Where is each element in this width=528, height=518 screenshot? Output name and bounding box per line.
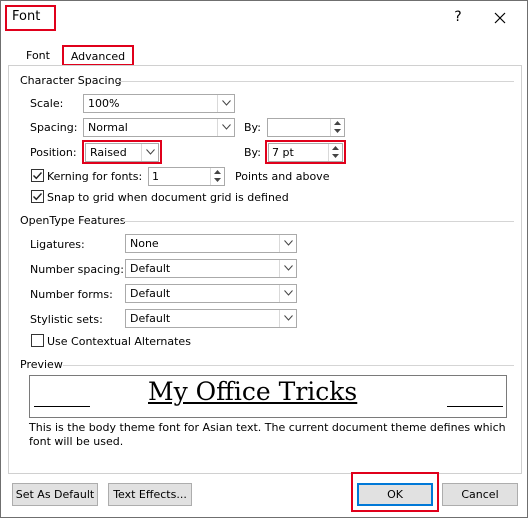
position-by-spinner <box>328 144 342 161</box>
text-effects-button[interactable]: Text Effects... <box>108 483 192 506</box>
checkmark-icon <box>33 193 43 201</box>
spacing-combo[interactable]: Normal <box>83 118 235 137</box>
kerning-value: 1 <box>152 170 159 183</box>
number-forms-combo[interactable]: Default <box>125 284 297 303</box>
snap-to-grid-checkbox[interactable] <box>31 190 44 203</box>
chevron-down-icon <box>283 315 293 321</box>
preview-header: Preview <box>20 358 63 371</box>
number-forms-dropdown-arrow[interactable] <box>279 285 296 302</box>
stylistic-sets-dropdown-arrow[interactable] <box>279 310 296 327</box>
chevron-down-icon <box>283 240 293 246</box>
scale-value: 100% <box>88 97 120 110</box>
spacing-by-up[interactable] <box>331 119 344 127</box>
ligatures-label: Ligatures: <box>30 238 85 251</box>
number-forms-value: Default <box>130 287 171 300</box>
number-forms-label: Number forms: <box>30 288 113 301</box>
kerning-down[interactable] <box>211 176 224 184</box>
dialog-title: Font <box>12 9 41 24</box>
spacing-by-label: By: <box>244 121 261 134</box>
close-icon <box>494 12 506 24</box>
position-dropdown-arrow[interactable] <box>141 144 158 161</box>
ok-button[interactable]: OK <box>357 483 433 506</box>
preview-right-line <box>447 406 503 407</box>
number-spacing-label: Number spacing: <box>30 263 124 276</box>
contextual-alternates-label: Use Contextual Alternates <box>47 335 191 348</box>
character-spacing-divider <box>118 81 514 82</box>
up-arrow-icon <box>334 121 341 125</box>
down-arrow-icon <box>332 154 339 158</box>
preview-sample-text: My Office Tricks <box>148 377 358 406</box>
position-by-input[interactable]: 7 pt <box>268 143 343 162</box>
font-dialog: Font ? Font Advanced Character Spacing S… <box>0 0 528 518</box>
position-by-label: By: <box>244 146 261 159</box>
preview-description: This is the body theme font for Asian te… <box>29 421 506 448</box>
help-button[interactable]: ? <box>448 7 468 27</box>
position-by-up[interactable] <box>329 144 342 152</box>
position-by-value: 7 pt <box>272 146 294 159</box>
cancel-button[interactable]: Cancel <box>442 483 518 506</box>
preview-box: My Office Tricks <box>29 375 507 418</box>
up-arrow-icon <box>332 146 339 150</box>
stylistic-sets-combo[interactable]: Default <box>125 309 297 328</box>
number-spacing-dropdown-arrow[interactable] <box>279 260 296 277</box>
number-spacing-combo[interactable]: Default <box>125 259 297 278</box>
position-by-down[interactable] <box>329 152 342 160</box>
tab-font[interactable]: Font <box>15 45 61 66</box>
stylistic-sets-value: Default <box>130 312 171 325</box>
kerning-checkbox[interactable] <box>31 169 44 182</box>
spacing-label: Spacing: <box>30 121 78 134</box>
chevron-down-icon <box>221 124 231 130</box>
spacing-by-spinner <box>330 119 344 136</box>
ligatures-combo[interactable]: None <box>125 234 297 253</box>
kerning-input[interactable]: 1 <box>148 167 225 186</box>
opentype-header: OpenType Features <box>20 214 126 227</box>
tab-advanced[interactable]: Advanced <box>62 45 134 66</box>
kerning-suffix: Points and above <box>235 170 330 183</box>
scale-label: Scale: <box>30 97 64 110</box>
chevron-down-icon <box>221 100 231 106</box>
down-arrow-icon <box>334 129 341 133</box>
position-combo[interactable]: Raised <box>85 143 159 162</box>
scale-combo[interactable]: 100% <box>83 94 235 113</box>
character-spacing-header: Character Spacing <box>20 74 122 87</box>
spacing-by-input[interactable] <box>267 118 345 137</box>
ligatures-value: None <box>130 237 159 250</box>
contextual-alternates-checkbox[interactable] <box>31 334 44 347</box>
opentype-divider <box>123 221 514 222</box>
kerning-label: Kerning for fonts: <box>47 170 143 183</box>
kerning-spinner <box>210 168 224 185</box>
stylistic-sets-label: Stylistic sets: <box>30 313 103 326</box>
snap-to-grid-label: Snap to grid when document grid is defin… <box>47 191 289 204</box>
preview-divider <box>63 365 514 366</box>
set-as-default-button[interactable]: Set As Default <box>12 483 98 506</box>
checkmark-icon <box>33 172 43 180</box>
chevron-down-icon <box>283 290 293 296</box>
chevron-down-icon <box>283 265 293 271</box>
close-button[interactable] <box>489 7 511 29</box>
ligatures-dropdown-arrow[interactable] <box>279 235 296 252</box>
up-arrow-icon <box>214 170 221 174</box>
kerning-up[interactable] <box>211 168 224 176</box>
spacing-dropdown-arrow[interactable] <box>217 119 234 136</box>
tab-font-label: Font <box>26 49 50 62</box>
spacing-value: Normal <box>88 121 128 134</box>
chevron-down-icon <box>145 149 155 155</box>
preview-left-line <box>34 406 90 407</box>
number-spacing-value: Default <box>130 262 171 275</box>
position-value: Raised <box>90 146 127 159</box>
tab-advanced-label: Advanced <box>70 50 126 63</box>
down-arrow-icon <box>214 178 221 182</box>
scale-dropdown-arrow[interactable] <box>217 95 234 112</box>
spacing-by-down[interactable] <box>331 127 344 135</box>
position-label: Position: <box>30 146 77 159</box>
